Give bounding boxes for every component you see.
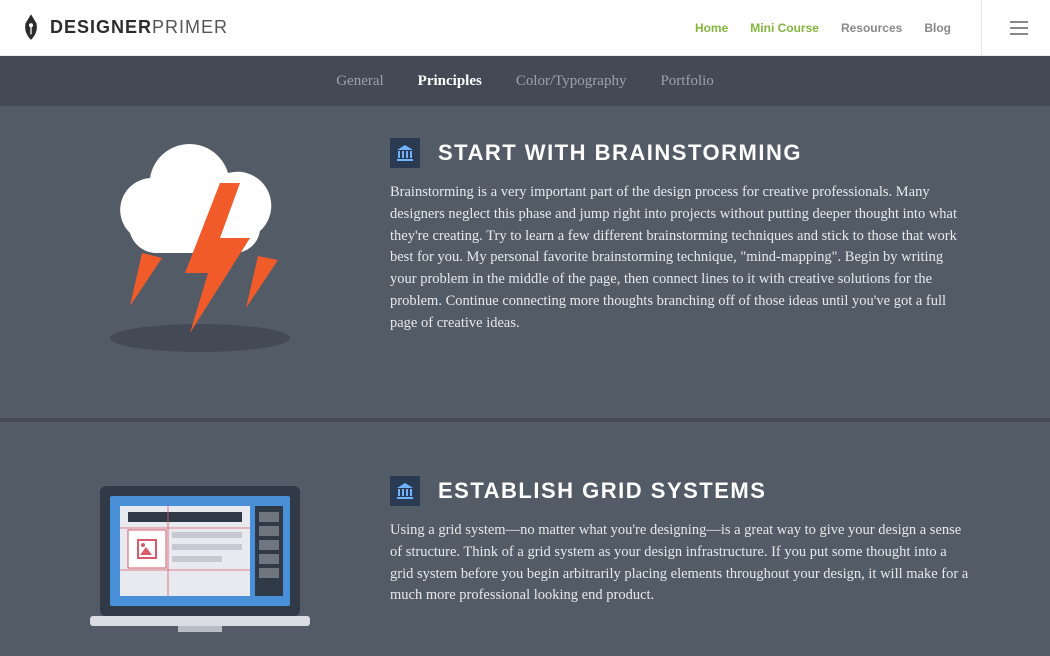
nav-divider bbox=[981, 0, 982, 56]
menu-icon[interactable] bbox=[1006, 17, 1032, 39]
pen-nib-icon bbox=[20, 14, 42, 42]
institution-icon bbox=[390, 476, 420, 506]
section-heading: START WITH BRAINSTORMING bbox=[438, 140, 802, 166]
grid-illustration bbox=[40, 476, 360, 636]
top-nav: Home Mini Course Resources Blog bbox=[695, 0, 1032, 56]
tab-principles[interactable]: Principles bbox=[418, 73, 482, 90]
site-header: DESIGNERPRIMER Home Mini Course Resource… bbox=[0, 0, 1050, 56]
tab-general[interactable]: General bbox=[336, 73, 383, 90]
nav-blog[interactable]: Blog bbox=[924, 21, 951, 35]
section-body: Using a grid system—no matter what you'r… bbox=[390, 520, 970, 607]
section-body: Brainstorming is a very important part o… bbox=[390, 182, 970, 334]
nav-mini-course[interactable]: Mini Course bbox=[750, 21, 819, 35]
nav-home[interactable]: Home bbox=[695, 21, 728, 35]
section-content: START WITH BRAINSTORMING Brainstorming i… bbox=[390, 138, 970, 358]
section-content: ESTABLISH GRID SYSTEMS Using a grid syst… bbox=[390, 476, 970, 636]
logo[interactable]: DESIGNERPRIMER bbox=[20, 14, 228, 42]
tab-portfolio[interactable]: Portfolio bbox=[660, 73, 713, 90]
brainstorm-illustration bbox=[40, 138, 360, 358]
nav-resources[interactable]: Resources bbox=[841, 21, 902, 35]
section-heading: ESTABLISH GRID SYSTEMS bbox=[438, 478, 766, 504]
category-tabs: General Principles Color/Typography Port… bbox=[0, 56, 1050, 106]
institution-icon bbox=[390, 138, 420, 168]
section-brainstorming: START WITH BRAINSTORMING Brainstorming i… bbox=[0, 106, 1050, 418]
logo-text: DESIGNERPRIMER bbox=[50, 17, 228, 38]
section-grid-systems: ESTABLISH GRID SYSTEMS Using a grid syst… bbox=[0, 418, 1050, 656]
tab-color-typography[interactable]: Color/Typography bbox=[516, 73, 627, 90]
